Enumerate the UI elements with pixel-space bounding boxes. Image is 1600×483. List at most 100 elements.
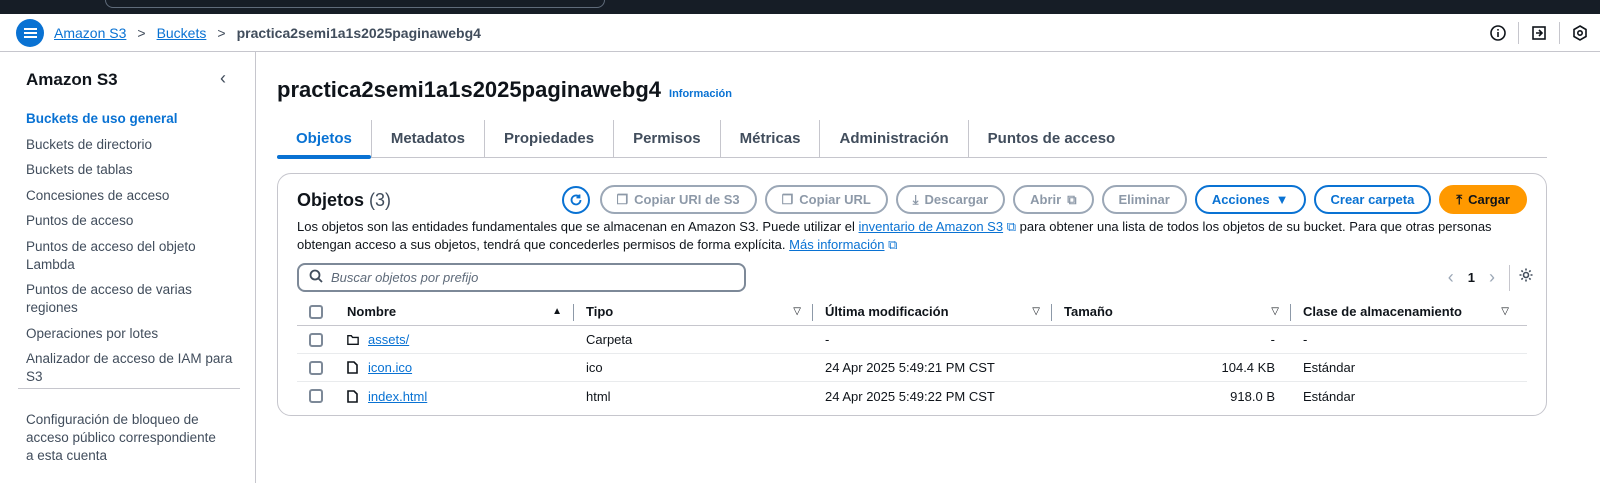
table-header-row: Nombre ▲ Tipo ▽ Última modificación ▽ Tamañ… (297, 298, 1527, 326)
search-input[interactable] (331, 270, 721, 285)
sort-icon: ▽ (1271, 306, 1279, 317)
tab-metrics[interactable]: Métricas (719, 119, 820, 158)
menu-toggle-button[interactable] (16, 18, 44, 47)
tab-access-points[interactable]: Puntos de acceso (967, 119, 1135, 158)
sidebar-item-lambda-access-points[interactable]: Puntos de acceso del objeto Lambda (26, 238, 236, 274)
open-button[interactable]: Abrir ⧉ (1013, 185, 1094, 214)
page-number[interactable]: 1 (1462, 270, 1481, 285)
create-folder-button[interactable]: Crear carpeta (1313, 185, 1432, 214)
sidebar-item-access-grants[interactable]: Concesiones de acceso (26, 187, 236, 205)
copy-icon: ❐ (781, 191, 794, 207)
cell-name: assets/ (347, 326, 574, 353)
sidebar-title: Amazon S3 (26, 70, 118, 89)
settings-hex-icon[interactable] (1572, 25, 1588, 41)
sidebar-item-general-buckets[interactable]: Buckets de uso general (26, 110, 236, 128)
sidebar-item-access-points[interactable]: Puntos de acceso (26, 212, 236, 230)
description-text-1: Los objetos son las entidades fundamenta… (297, 219, 855, 234)
object-link[interactable]: assets/ (368, 332, 409, 347)
gear-icon[interactable] (1518, 267, 1534, 288)
row-checkbox[interactable] (309, 389, 323, 403)
row-checkbox[interactable] (309, 332, 323, 347)
row-checkbox[interactable] (309, 360, 323, 375)
refresh-icon[interactable] (561, 185, 590, 214)
tab-properties[interactable]: Propiedades (484, 119, 613, 158)
cell-size: 918.0 B (1230, 388, 1275, 404)
objects-title-text: Objetos (297, 190, 365, 210)
s3-inventory-link[interactable]: inventario de Amazon S3 (859, 219, 1004, 234)
info-link[interactable]: Información (669, 88, 732, 100)
tab-objects[interactable]: Objetos (277, 120, 371, 159)
breadcrumb-separator-icon: > (217, 24, 226, 41)
cell-storage-class: - (1303, 332, 1308, 347)
cell-last-modified: - (825, 332, 830, 347)
sidebar-item-batch-operations[interactable]: Operaciones por lotes (26, 325, 236, 343)
cell-type: html (586, 388, 611, 404)
folder-icon (347, 333, 359, 347)
column-size[interactable]: Tamaño ▽ (1052, 298, 1291, 325)
object-link[interactable]: index.html (368, 389, 427, 404)
object-search-field[interactable] (297, 263, 746, 292)
breadcrumb-separator-icon: > (137, 24, 146, 41)
collapse-sidebar-icon[interactable]: ‹ (220, 68, 226, 89)
sort-icon: ▽ (793, 306, 801, 317)
upload-button[interactable]: ⤒ Cargar (1439, 185, 1527, 214)
learn-more-link[interactable]: Más información (789, 237, 884, 252)
column-type[interactable]: Tipo ▽ (574, 298, 813, 325)
cell-name: index.html (347, 382, 574, 410)
next-page-icon[interactable]: › (1481, 267, 1503, 288)
copy-s3-uri-button[interactable]: ❐ Copiar URI de S3 (599, 185, 757, 214)
copy-icon: ❐ (616, 191, 629, 207)
cell-type: Carpeta (586, 332, 633, 347)
download-label: Descargar (924, 192, 989, 207)
info-circle-icon[interactable] (1490, 25, 1506, 41)
column-size-label: Tamaño (1064, 304, 1113, 319)
sidebar-item-table-buckets[interactable]: Buckets de tablas (26, 161, 236, 179)
tab-metadata[interactable]: Metadatos (370, 119, 484, 158)
tab-bar: Objetos Metadatos Propiedades Permisos M… (277, 119, 1547, 159)
feedback-icon[interactable] (1531, 25, 1547, 41)
column-type-label: Tipo (586, 304, 614, 319)
open-label: Abrir (1030, 192, 1062, 207)
actions-dropdown-button[interactable]: Acciones ▼ (1194, 185, 1306, 214)
sidebar-item-iam-access-analyzer[interactable]: Analizador de acceso de IAM para S3 (26, 350, 236, 386)
cell-name: icon.ico (347, 354, 574, 381)
column-storage-class[interactable]: Clase de almacenamiento ▽ (1291, 298, 1521, 325)
hamburger-icon (23, 31, 37, 34)
objects-panel: Objetos (3) ❐ Copiar URI de S3 ❐ Copiar UR… (277, 173, 1547, 416)
cell-size: - (1270, 332, 1275, 347)
delete-button[interactable]: Eliminar (1101, 185, 1187, 214)
previous-page-icon[interactable]: ‹ (1440, 267, 1462, 288)
sort-icon: ▽ (1032, 306, 1040, 317)
column-last-modified[interactable]: Última modificación ▽ (813, 298, 1052, 325)
sidebar-item-directory-buckets[interactable]: Buckets de directorio (26, 136, 236, 154)
delete-label: Eliminar (1118, 192, 1170, 207)
breadcrumb-amazon-s3[interactable]: Amazon S3 (54, 25, 126, 41)
copy-url-button[interactable]: ❐ Copiar URL (764, 185, 888, 214)
tab-permissions[interactable]: Permisos (613, 119, 720, 158)
cell-type: ico (586, 360, 603, 375)
object-link[interactable]: icon.ico (368, 360, 412, 375)
select-all-checkbox[interactable] (309, 304, 323, 319)
sidebar-divider (18, 388, 240, 389)
column-storage-class-label: Clase de almacenamiento (1303, 304, 1462, 319)
global-search-input[interactable] (105, 0, 605, 8)
upload-icon: ⤒ (1456, 191, 1463, 207)
actions-label: Acciones (1211, 192, 1270, 207)
external-link-icon: ⧉ (888, 237, 898, 252)
sidebar-item-multi-region-access-points[interactable]: Puntos de acceso de varias regiones (26, 281, 236, 317)
search-icon (309, 269, 323, 286)
download-button[interactable]: ⤓ Descargar (895, 185, 1006, 214)
cell-last-modified: 24 Apr 2025 5:49:22 PM CST (825, 388, 995, 404)
main-content: practica2semi1a1s2025paginawebg4 Informa… (256, 52, 1600, 483)
sidebar-item-block-public-access[interactable]: Configuración de bloqueo de acceso públi… (26, 411, 226, 465)
file-icon (347, 389, 359, 403)
file-icon (347, 361, 359, 375)
upload-label: Cargar (1468, 192, 1510, 207)
breadcrumb-buckets[interactable]: Buckets (157, 25, 207, 41)
column-name[interactable]: Nombre ▲ (347, 298, 574, 325)
tab-management[interactable]: Administración (819, 119, 967, 158)
create-folder-label: Crear carpeta (1330, 192, 1415, 207)
pagination: ‹ 1 › (1440, 263, 1546, 292)
table-row: icon.ico ico 24 Apr 2025 5:49:21 PM CST … (297, 354, 1527, 382)
objects-title: Objetos (3) (297, 190, 391, 211)
